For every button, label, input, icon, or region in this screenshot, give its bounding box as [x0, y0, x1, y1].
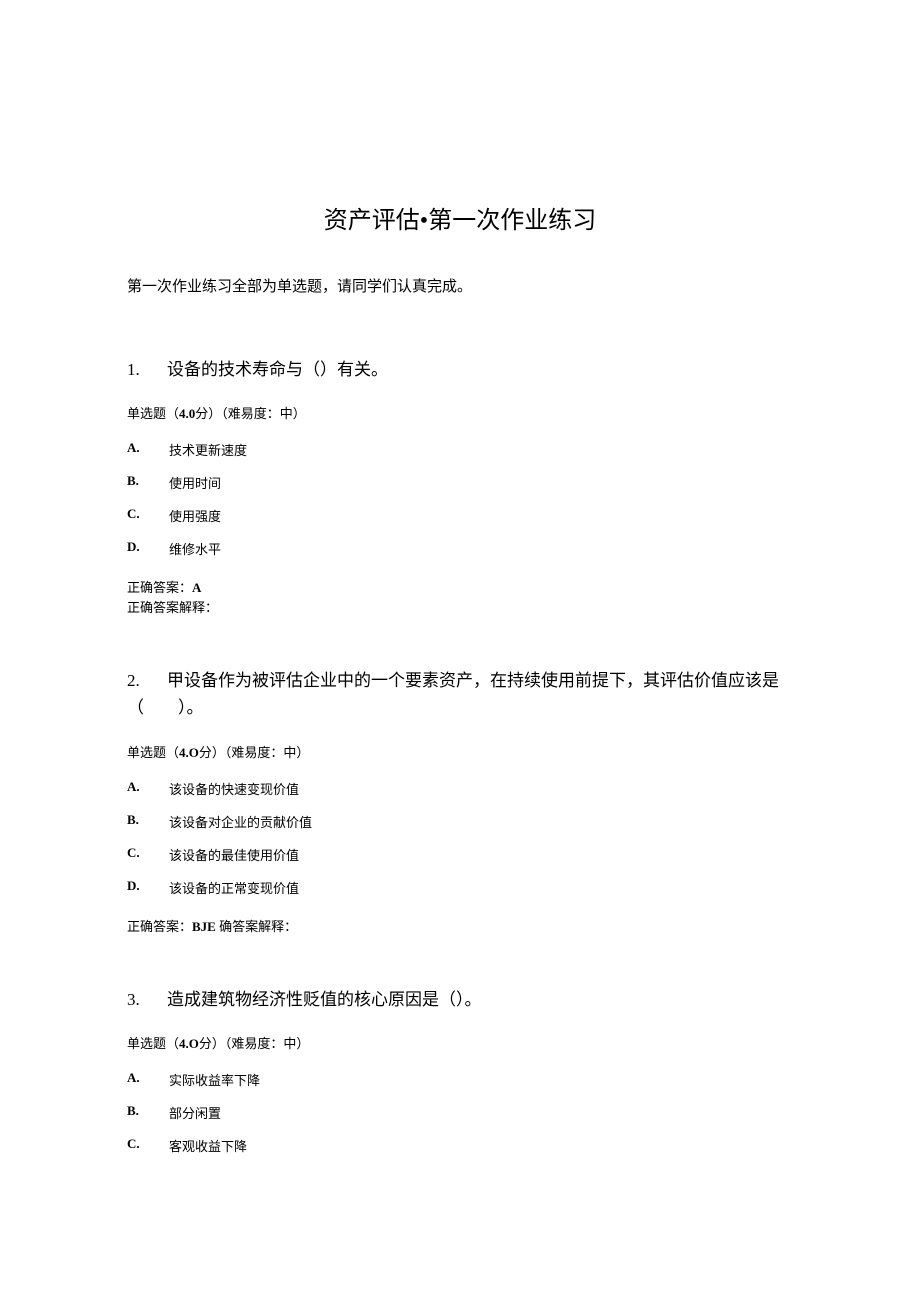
question-title: 1.设备的技术寿命与（）有关。: [127, 356, 793, 383]
question-type: 单选题: [127, 745, 166, 760]
option-text: 部分闲置: [169, 1103, 221, 1122]
options-list: A.实际收益率下降B.部分闲置C.客观收益下降: [127, 1070, 793, 1155]
answer-line: 正确答案：BJE 确答案解释：: [127, 917, 793, 937]
option-item: C.客观收益下降: [127, 1136, 793, 1155]
answer-value: BJE: [192, 919, 216, 934]
option-item: C.该设备的最佳使用价值: [127, 845, 793, 864]
option-text: 技术更新速度: [169, 440, 247, 459]
intro-text: 第一次作业练习全部为单选题，请同学们认真完成。: [127, 275, 793, 296]
score-unit: 分）: [195, 406, 221, 421]
question-type: 单选题: [127, 406, 166, 421]
answer-value: A: [192, 580, 201, 595]
score-unit: 分）: [199, 1036, 225, 1051]
question: 3.造成建筑物经济性贬值的核心原因是（）。单选题（4.O分）（难易度：中） A.实…: [127, 986, 793, 1155]
difficulty: （难易度：中）: [221, 406, 306, 421]
score-open: （: [166, 406, 179, 421]
option-text: 该设备对企业的贡献价值: [169, 812, 312, 831]
answer-label: 正确答案：: [127, 580, 192, 595]
answer-block: 正确答案：A 正确答案解释：: [127, 578, 793, 617]
explain-line: 正确答案解释：: [127, 598, 793, 618]
question-number: 1.: [127, 356, 167, 383]
question-text: 甲设备作为被评估企业中的一个要素资产，在持续使用前提下，其评估价值应该是（ ）。: [127, 671, 779, 717]
score-value: 4.0: [179, 406, 195, 421]
questions-container: 1.设备的技术寿命与（）有关。单选题（4.0分）（难易度：中）A.技术更新速度B…: [127, 356, 793, 1155]
option-item: B.使用时间: [127, 473, 793, 492]
options-list: A.该设备的快速变现价值B.该设备对企业的贡献价值C.该设备的最佳使用价值D.该…: [127, 779, 793, 897]
options-list: A.技术更新速度B.使用时间C.使用强度D.维修水平: [127, 440, 793, 558]
question-text: 设备的技术寿命与（）有关。: [167, 360, 388, 379]
option-item: A.实际收益率下降: [127, 1070, 793, 1089]
option-letter: C.: [127, 506, 169, 525]
question: 2.甲设备作为被评估企业中的一个要素资产，在持续使用前提下，其评估价值应该是（ …: [127, 667, 793, 936]
option-item: B.部分闲置: [127, 1103, 793, 1122]
option-letter: B.: [127, 473, 169, 492]
question-type: 单选题: [127, 1036, 166, 1051]
option-item: D.该设备的正常变现价值: [127, 878, 793, 897]
answer-block: 正确答案：BJE 确答案解释：: [127, 917, 793, 937]
option-text: 该设备的最佳使用价值: [169, 845, 299, 864]
answer-line: 正确答案：A: [127, 578, 793, 598]
option-text: 客观收益下降: [169, 1136, 247, 1155]
question-title: 3.造成建筑物经济性贬值的核心原因是（）。: [127, 986, 793, 1013]
option-letter: A.: [127, 1070, 169, 1089]
option-letter: B.: [127, 812, 169, 831]
score-unit: 分）: [199, 745, 225, 760]
question-number: 2.: [127, 667, 167, 694]
difficulty: （难易度：中）: [225, 1036, 310, 1051]
score-value: 4.O: [179, 1036, 199, 1051]
option-item: B.该设备对企业的贡献价值: [127, 812, 793, 831]
option-text: 该设备的正常变现价值: [169, 878, 299, 897]
option-letter: C.: [127, 845, 169, 864]
option-item: C.使用强度: [127, 506, 793, 525]
question-title: 2.甲设备作为被评估企业中的一个要素资产，在持续使用前提下，其评估价值应该是（ …: [127, 667, 793, 721]
option-text: 维修水平: [169, 539, 221, 558]
question-text: 造成建筑物经济性贬值的核心原因是（）。: [167, 990, 482, 1009]
option-letter: A.: [127, 440, 169, 459]
answer-label: 正确答案：: [127, 919, 192, 934]
option-letter: B.: [127, 1103, 169, 1122]
option-text: 使用强度: [169, 506, 221, 525]
option-text: 实际收益率下降: [169, 1070, 260, 1089]
question-meta: 单选题（4.O分）（难易度：中）: [127, 1033, 793, 1052]
option-item: A.该设备的快速变现价值: [127, 779, 793, 798]
option-item: D.维修水平: [127, 539, 793, 558]
option-letter: A.: [127, 779, 169, 798]
question-meta: 单选题（4.0分）（难易度：中）: [127, 403, 793, 422]
question-number: 3.: [127, 986, 167, 1013]
option-letter: D.: [127, 878, 169, 897]
question-meta: 单选题（4.O分）（难易度：中）: [127, 742, 793, 761]
option-letter: D.: [127, 539, 169, 558]
explain-label: 确答案解释：: [219, 919, 297, 934]
explain-label: 正确答案解释：: [127, 600, 218, 615]
score-open: （: [166, 745, 179, 760]
score-open: （: [166, 1036, 179, 1051]
score-value: 4.O: [179, 745, 199, 760]
option-letter: C.: [127, 1136, 169, 1155]
option-item: A.技术更新速度: [127, 440, 793, 459]
option-text: 使用时间: [169, 473, 221, 492]
document-title: 资产评估•第一次作业练习: [127, 200, 793, 235]
difficulty: （难易度：中）: [225, 745, 310, 760]
question: 1.设备的技术寿命与（）有关。单选题（4.0分）（难易度：中）A.技术更新速度B…: [127, 356, 793, 617]
option-text: 该设备的快速变现价值: [169, 779, 299, 798]
